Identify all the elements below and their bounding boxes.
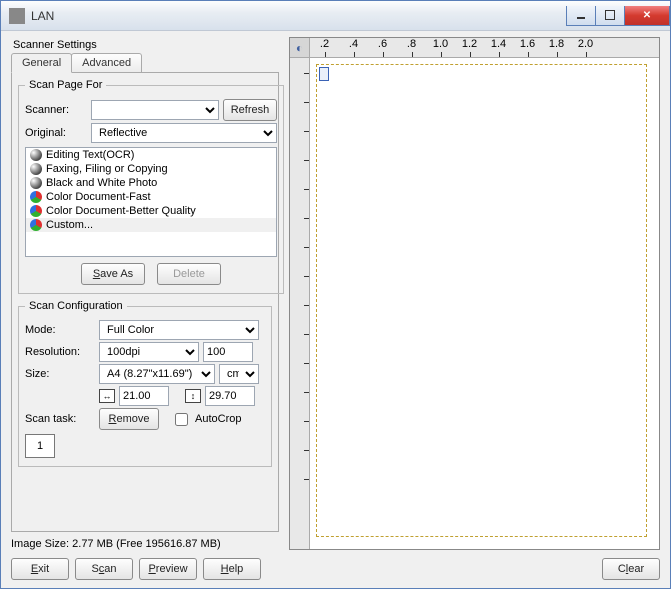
preview-pane[interactable]: ◐ .2 .4 .6 .8 1.0 1.2 1.4 1.6 1.8 2.0: [289, 37, 660, 550]
bw-icon: [30, 163, 42, 175]
list-item[interactable]: Black and White Photo: [26, 176, 276, 190]
list-item[interactable]: Color Document-Fast: [26, 190, 276, 204]
maximize-button[interactable]: [595, 6, 625, 26]
size-preset-select[interactable]: A4 (8.27"x11.69"): [99, 364, 215, 384]
refresh-button[interactable]: Refresh: [223, 99, 277, 121]
minimize-button[interactable]: [566, 6, 596, 26]
scan-page-for-legend: Scan Page For: [25, 79, 106, 91]
tab-general[interactable]: General: [11, 53, 72, 73]
original-select[interactable]: Reflective: [91, 123, 277, 143]
ruler-origin-icon: ◐: [290, 38, 310, 58]
delete-button[interactable]: Delete: [157, 263, 221, 285]
tab-advanced[interactable]: Advanced: [71, 53, 142, 72]
vertical-ruler: [290, 58, 310, 549]
titlebar: LAN: [1, 1, 670, 31]
exit-button[interactable]: Exit: [11, 558, 69, 580]
scan-page-for-group: Scan Page For Scanner: Refresh Original:…: [18, 79, 284, 294]
mode-label: Mode:: [25, 324, 95, 336]
color-icon: [30, 191, 42, 203]
preview-canvas[interactable]: [316, 64, 647, 537]
resolution-input[interactable]: [203, 342, 253, 362]
height-input[interactable]: [205, 386, 255, 406]
close-button[interactable]: [624, 6, 670, 26]
scanner-settings-label: Scanner Settings: [13, 39, 279, 51]
app-icon: [9, 8, 25, 24]
color-icon: [30, 205, 42, 217]
scan-task-count: 1: [25, 434, 55, 458]
scan-config-group: Scan Configuration Mode: Full Color Reso…: [18, 300, 272, 467]
clear-button[interactable]: Clear: [602, 558, 660, 580]
remove-button[interactable]: Remove: [99, 408, 159, 430]
original-label: Original:: [25, 127, 87, 139]
autocrop-label: AutoCrop: [195, 413, 241, 425]
selection-marker[interactable]: [319, 67, 329, 81]
help-button[interactable]: Help: [203, 558, 261, 580]
scanner-label: Scanner:: [25, 104, 87, 116]
scanner-select[interactable]: [91, 100, 219, 120]
preview-button[interactable]: Preview: [139, 558, 197, 580]
list-item[interactable]: Faxing, Filing or Copying: [26, 162, 276, 176]
color-icon: [30, 219, 42, 231]
width-input[interactable]: [119, 386, 169, 406]
bw-icon: [30, 149, 42, 161]
height-icon: ↕: [185, 389, 201, 403]
status-text: Image Size: 2.77 MB (Free 195616.87 MB): [11, 538, 279, 550]
bw-icon: [30, 177, 42, 189]
scan-presets-list[interactable]: Editing Text(OCR) Faxing, Filing or Copy…: [25, 147, 277, 257]
mode-select[interactable]: Full Color: [99, 320, 259, 340]
list-item[interactable]: Custom...: [26, 218, 276, 232]
width-icon: ↔: [99, 389, 115, 403]
scan-config-legend: Scan Configuration: [25, 300, 127, 312]
scan-button[interactable]: Scan: [75, 558, 133, 580]
tab-body-general: Scan Page For Scanner: Refresh Original:…: [11, 72, 279, 532]
size-label: Size:: [25, 368, 95, 380]
app-window: LAN Scanner Settings General Advanced Sc…: [0, 0, 671, 589]
window-title: LAN: [31, 9, 567, 23]
resolution-label: Resolution:: [25, 346, 95, 358]
autocrop-checkbox[interactable]: [175, 413, 188, 426]
list-item[interactable]: Color Document-Better Quality: [26, 204, 276, 218]
size-unit-select[interactable]: cm: [219, 364, 259, 384]
resolution-select[interactable]: 100dpi: [99, 342, 199, 362]
list-item[interactable]: Editing Text(OCR): [26, 148, 276, 162]
save-as-button[interactable]: Save As: [81, 263, 145, 285]
scan-task-label: Scan task:: [25, 413, 95, 425]
horizontal-ruler: .2 .4 .6 .8 1.0 1.2 1.4 1.6 1.8 2.0: [310, 38, 659, 58]
